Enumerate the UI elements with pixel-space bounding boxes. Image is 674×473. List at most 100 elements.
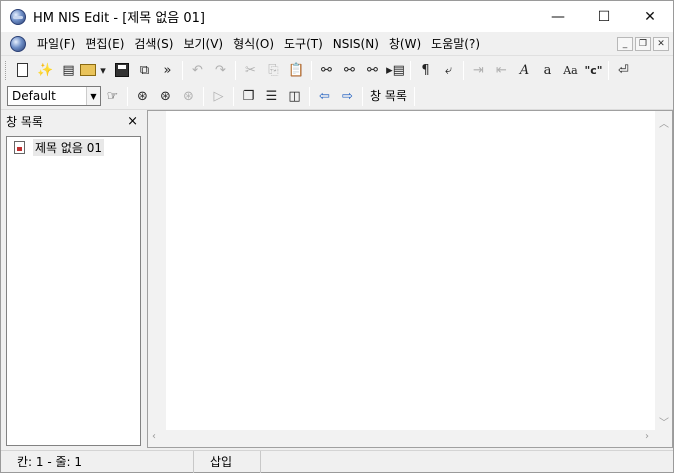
indent-icon: ⇥: [473, 62, 484, 78]
find-button[interactable]: ⚯: [315, 59, 338, 81]
close-button[interactable]: ✕: [627, 1, 673, 32]
new-file-icon: [17, 63, 28, 77]
compile-globe-icon: ⊛: [137, 88, 148, 104]
panel-close-button[interactable]: ×: [127, 114, 138, 129]
nsis-document-icon: [14, 140, 25, 154]
open-folder-icon: [80, 64, 96, 76]
redo-button[interactable]: ↷: [209, 59, 232, 81]
horizontal-scrollbar[interactable]: ‹ ›: [148, 430, 655, 447]
toolbar-grip[interactable]: [5, 60, 8, 80]
menu-help[interactable]: 도움말(?): [426, 34, 485, 54]
scroll-right-icon[interactable]: ›: [645, 431, 649, 442]
forward-button[interactable]: ⇨: [336, 85, 359, 107]
dropdown-arrow-icon: ▾: [100, 63, 106, 77]
arrow-left-icon: ⇦: [319, 88, 330, 104]
back-button[interactable]: ⇦: [313, 85, 336, 107]
editor-area[interactable]: ︿ ﹀ ‹ ›: [147, 110, 673, 448]
open-file-button[interactable]: ▾: [80, 59, 110, 81]
uppercase-button[interactable]: A: [513, 59, 536, 81]
save-all-button[interactable]: ⧉: [133, 59, 156, 81]
tile-horizontal-button[interactable]: ☰: [260, 85, 283, 107]
uppercase-a-icon: A: [519, 62, 530, 78]
template-button[interactable]: ▤: [57, 59, 80, 81]
chevron-down-icon[interactable]: ▼: [86, 87, 100, 105]
window-list-panel: 창 목록 × 제목 없음 01: [1, 110, 144, 449]
run-globe-icon: ⊛: [183, 88, 194, 104]
scroll-down-icon[interactable]: ﹀: [659, 414, 669, 429]
mdi-system-menu-icon[interactable]: [10, 35, 26, 52]
menu-bar: 파일(F) 편집(E) 검색(S) 보기(V) 형식(O) 도구(T) NSIS…: [1, 32, 673, 56]
line-ending-button[interactable]: ⏎: [612, 59, 635, 81]
compile-run-button[interactable]: ⊛: [154, 85, 177, 107]
tile-vertical-icon: ◫: [288, 88, 301, 104]
scroll-up-icon[interactable]: ︿: [659, 115, 669, 130]
undo-button[interactable]: ↶: [186, 59, 209, 81]
settings-button[interactable]: ☞: [101, 85, 124, 107]
toggle-case-button[interactable]: Aa: [559, 59, 582, 81]
menu-format[interactable]: 형식(O): [228, 34, 279, 54]
tile-horizontal-icon: ☰: [265, 88, 278, 104]
menu-tools[interactable]: 도구(T): [279, 34, 328, 54]
cascade-button[interactable]: ❐: [237, 85, 260, 107]
quote-button[interactable]: "c": [582, 59, 605, 81]
nsis-toolbar: Default ▼ ☞ ⊛ ⊛ ⊛ ▷ ❐ ☰ ◫ ⇦ ⇨ 창 목록: [1, 83, 673, 110]
menu-search[interactable]: 검색(S): [129, 34, 178, 54]
binoculars-replace-icon: ⚯: [367, 62, 378, 78]
binoculars-icon: ⚯: [321, 62, 332, 78]
new-file-button[interactable]: [11, 59, 34, 81]
app-globe-icon[interactable]: [10, 8, 26, 25]
menu-nsis[interactable]: NSIS(N): [328, 34, 384, 54]
scroll-corner: [655, 430, 672, 447]
goto-page-icon: ▸▤: [386, 62, 405, 78]
copy-button[interactable]: ⎘: [262, 59, 285, 81]
menu-file[interactable]: 파일(F): [32, 34, 80, 54]
find-next-button[interactable]: ⚯: [338, 59, 361, 81]
list-item[interactable]: 제목 없음 01: [7, 137, 140, 156]
config-select[interactable]: Default ▼: [7, 86, 101, 106]
insert-mode: 삽입: [194, 450, 261, 473]
menu-edit[interactable]: 편집(E): [80, 34, 129, 54]
stop-button[interactable]: ▷: [207, 85, 230, 107]
scroll-left-icon[interactable]: ‹: [152, 431, 156, 442]
toolbar-separator: [608, 60, 609, 80]
copy-icon: ⎘: [268, 62, 279, 78]
window-list: 제목 없음 01: [6, 136, 141, 446]
compile-button[interactable]: ⊛: [131, 85, 154, 107]
toggle-case-icon: Aa: [563, 63, 578, 77]
toolbar-overflow-button[interactable]: »: [156, 59, 179, 81]
outdent-button[interactable]: ⇤: [490, 59, 513, 81]
redo-icon: ↷: [215, 62, 226, 78]
indent-button[interactable]: ⇥: [467, 59, 490, 81]
run-installer-button[interactable]: ⊛: [177, 85, 200, 107]
word-wrap-icon: ⤶: [444, 62, 453, 78]
toolbar-separator: [362, 86, 363, 106]
save-button[interactable]: [110, 59, 133, 81]
maximize-button[interactable]: ☐: [581, 1, 627, 32]
lowercase-button[interactable]: a: [536, 59, 559, 81]
vertical-scrollbar[interactable]: ︿ ﹀: [655, 111, 672, 431]
toolbar-separator: [311, 60, 312, 80]
title-bar: HM NIS Edit - [제목 없음 01] — ☐ ✕: [1, 1, 673, 32]
wizard-button[interactable]: ✨: [34, 59, 57, 81]
show-whitespace-button[interactable]: ¶: [414, 59, 437, 81]
paste-button[interactable]: 📋: [285, 59, 308, 81]
toolbar-separator: [203, 86, 204, 106]
minimize-button[interactable]: —: [535, 1, 581, 32]
tile-vertical-button[interactable]: ◫: [283, 85, 306, 107]
window-list-button[interactable]: 창 목록: [366, 85, 411, 107]
lowercase-a-icon: a: [543, 62, 552, 78]
goto-line-button[interactable]: ▸▤: [384, 59, 407, 81]
binoculars-next-icon: ⚯: [344, 62, 355, 78]
mdi-restore-button[interactable]: ❐: [635, 37, 651, 51]
mdi-close-button[interactable]: ✕: [653, 37, 669, 51]
panel-header: 창 목록 ×: [1, 110, 144, 132]
menu-window[interactable]: 창(W): [384, 34, 426, 54]
mdi-minimize-button[interactable]: _: [617, 37, 633, 51]
cut-button[interactable]: ✂: [239, 59, 262, 81]
settings-hand-icon: ☞: [106, 88, 119, 104]
save-disk-icon: [114, 63, 129, 77]
play-triangle-icon: ▷: [213, 88, 224, 104]
menu-view[interactable]: 보기(V): [178, 34, 228, 54]
replace-button[interactable]: ⚯: [361, 59, 384, 81]
word-wrap-button[interactable]: ⤶: [437, 59, 460, 81]
